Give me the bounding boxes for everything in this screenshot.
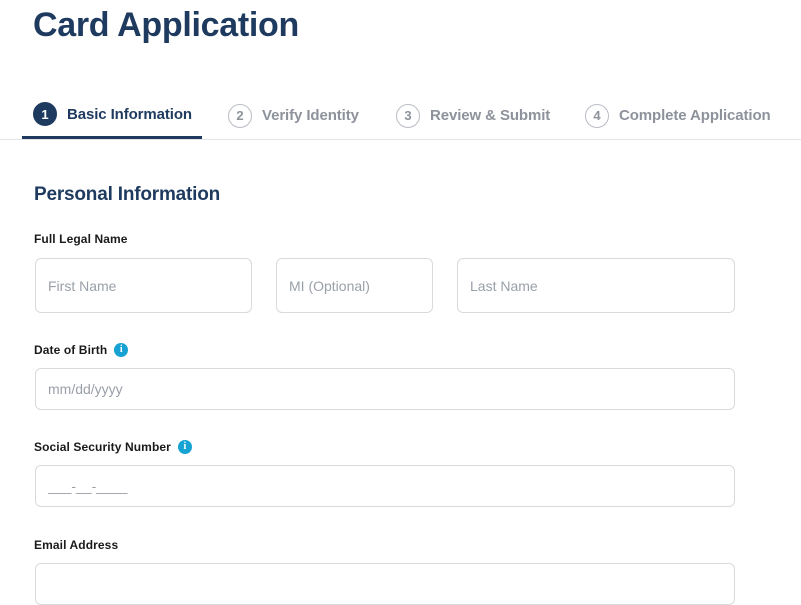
label-email-address: Email Address — [34, 538, 118, 552]
step-number-badge-3: 3 — [396, 103, 420, 128]
last-name-input[interactable] — [457, 258, 735, 313]
step-label-complete-application: Complete Application — [619, 107, 771, 124]
first-name-input[interactable] — [35, 258, 252, 313]
email-address-input[interactable] — [35, 563, 735, 605]
info-icon[interactable]: i — [177, 440, 192, 454]
label-social-security-number-text: Social Security Number — [34, 440, 171, 454]
label-date-of-birth: Date of Birth i — [34, 343, 129, 357]
step-label-review-submit: Review & Submit — [430, 107, 551, 124]
label-full-legal-name: Full Legal Name — [34, 232, 128, 246]
label-date-of-birth-text: Date of Birth — [34, 343, 108, 357]
info-icon[interactable]: i — [114, 343, 129, 357]
step-tab-review-submit[interactable]: 3 Review & Submit — [396, 92, 550, 139]
stepper-nav: 1 Basic Information 2 Verify Identity 3 … — [0, 92, 801, 140]
step-tab-complete-application[interactable]: 4 Complete Application — [585, 92, 771, 139]
section-title-personal-information: Personal Information — [34, 184, 221, 205]
page-title: Card Application — [33, 6, 299, 44]
label-email-address-text: Email Address — [34, 538, 119, 552]
step-number-badge-2: 2 — [228, 103, 252, 128]
label-social-security-number: Social Security Number i — [34, 440, 192, 454]
step-number-badge-4: 4 — [585, 103, 609, 128]
step-label-verify-identity: Verify Identity — [262, 107, 359, 124]
step-tab-basic-information[interactable]: 1 Basic Information — [22, 92, 202, 139]
step-number-badge-1: 1 — [33, 102, 57, 126]
step-label-basic-information: Basic Information — [67, 105, 192, 123]
middle-initial-input[interactable] — [276, 258, 433, 313]
social-security-number-input[interactable] — [35, 465, 735, 507]
step-tab-verify-identity[interactable]: 2 Verify Identity — [228, 92, 359, 139]
label-full-legal-name-text: Full Legal Name — [34, 232, 128, 246]
date-of-birth-input[interactable] — [35, 368, 735, 410]
